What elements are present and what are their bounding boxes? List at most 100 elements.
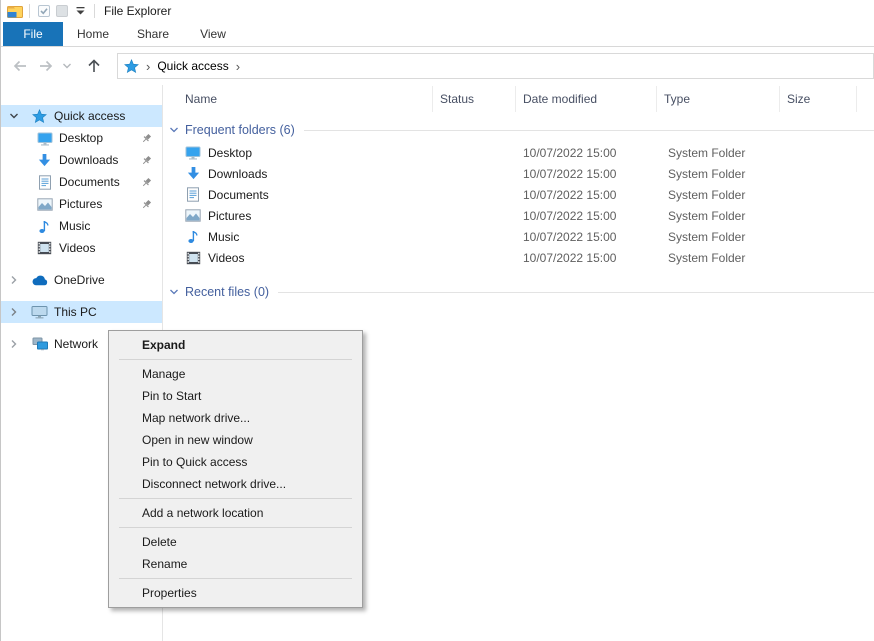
menu-item-delete[interactable]: Delete [109,531,362,553]
file-row-pictures[interactable]: Pictures 10/07/2022 15:00 System Folder [163,205,874,226]
menu-item-rename[interactable]: Rename [109,553,362,575]
sidebar-item-pictures[interactable]: Pictures [1,193,162,215]
file-row-videos[interactable]: Videos 10/07/2022 15:00 System Folder [163,247,874,268]
menu-separator [119,359,352,360]
file-name: Documents [208,188,269,202]
sidebar-item-label: Documents [59,175,120,189]
sidebar-item-label: Network [54,337,98,351]
sidebar-item-downloads[interactable]: Downloads [1,149,162,171]
sidebar-item-quick-access[interactable]: Quick access [1,105,162,127]
column-header-type[interactable]: Type [657,86,780,112]
qat-separator [94,4,95,18]
file-row-downloads[interactable]: Downloads 10/07/2022 15:00 System Folder [163,163,874,184]
file-name: Desktop [208,146,252,160]
pictures-icon [185,209,201,222]
sidebar-item-label: Desktop [59,131,103,145]
window-title: File Explorer [104,4,171,18]
menu-item-add-network-location[interactable]: Add a network location [109,502,362,524]
file-row-music[interactable]: Music 10/07/2022 15:00 System Folder [163,226,874,247]
forward-icon[interactable] [33,53,59,79]
pin-icon [141,177,152,188]
file-row-desktop[interactable]: Desktop 10/07/2022 15:00 System Folder [163,142,874,163]
this-pc-icon [31,305,48,319]
new-folder-icon[interactable] [53,2,71,20]
menu-item-properties[interactable]: Properties [109,582,362,604]
menu-separator [119,498,352,499]
column-header-name[interactable]: Name [163,86,433,112]
tab-file[interactable]: File [3,22,63,46]
ribbon-tabs: File Home Share View [1,22,874,47]
desktop-icon [185,145,201,160]
menu-item-map-network-drive[interactable]: Map network drive... [109,407,362,429]
menu-separator [119,527,352,528]
group-divider [278,292,874,293]
file-type: System Folder [657,209,780,223]
onedrive-icon [31,275,48,286]
column-header-status[interactable]: Status [433,86,516,112]
menu-item-disconnect-network-drive[interactable]: Disconnect network drive... [109,473,362,495]
file-name: Music [208,230,239,244]
pin-icon [141,199,152,210]
breadcrumb-chevron-icon[interactable]: › [236,59,240,74]
file-date-modified: 10/07/2022 15:00 [516,188,657,202]
group-divider [304,130,874,131]
column-header-size[interactable]: Size [780,86,857,112]
menu-item-pin-to-quick-access[interactable]: Pin to Quick access [109,451,362,473]
tab-home[interactable]: Home [63,22,123,46]
chevron-down-icon[interactable] [169,287,179,297]
sidebar-item-documents[interactable]: Documents [1,171,162,193]
qat-separator [29,4,30,18]
menu-item-expand[interactable]: Expand [109,334,362,356]
network-icon [31,337,48,351]
chevron-right-icon[interactable] [9,307,31,317]
menu-item-open-in-new-window[interactable]: Open in new window [109,429,362,451]
videos-icon [36,241,53,255]
pictures-icon [36,198,53,211]
file-date-modified: 10/07/2022 15:00 [516,251,657,265]
breadcrumb-quick-access[interactable]: Quick access [157,59,228,73]
file-name: Pictures [208,209,251,223]
chevron-right-icon[interactable] [9,275,31,285]
chevron-right-icon[interactable] [9,339,31,349]
menu-item-manage[interactable]: Manage [109,363,362,385]
up-icon[interactable] [81,53,107,79]
file-date-modified: 10/07/2022 15:00 [516,146,657,160]
menu-item-pin-to-start[interactable]: Pin to Start [109,385,362,407]
file-explorer-window: File Explorer File Home Share View [0,0,874,641]
sidebar-item-onedrive[interactable]: OneDrive [1,269,162,291]
sidebar-item-label: OneDrive [54,273,105,287]
navigation-bar: › Quick access › [1,47,874,85]
tab-view[interactable]: View [183,22,243,46]
address-bar[interactable]: › Quick access › [117,53,874,79]
breadcrumb-chevron-icon: › [146,59,150,74]
desktop-icon [36,131,53,146]
file-type: System Folder [657,146,780,160]
title-bar: File Explorer [1,0,874,22]
downloads-icon [185,166,201,181]
file-type: System Folder [657,251,780,265]
file-type: System Folder [657,188,780,202]
chevron-down-icon[interactable] [9,111,31,121]
pin-icon [141,155,152,166]
recent-locations-dropdown-icon[interactable] [59,53,75,79]
group-header-frequent-folders[interactable]: Frequent folders (6) [163,120,874,140]
sidebar-item-desktop[interactable]: Desktop [1,127,162,149]
file-explorer-logo-icon [6,2,24,20]
music-icon [36,219,53,234]
videos-icon [185,251,201,265]
properties-check-icon[interactable] [35,2,53,20]
file-row-documents[interactable]: Documents 10/07/2022 15:00 System Folder [163,184,874,205]
customize-qat-dropdown-icon[interactable] [71,2,89,20]
column-headers: Name Status Date modified Type Size [163,85,874,112]
pin-icon [141,133,152,144]
column-header-date-modified[interactable]: Date modified [516,86,657,112]
group-header-recent-files[interactable]: Recent files (0) [163,282,874,302]
tab-share[interactable]: Share [123,22,183,46]
back-icon[interactable] [7,53,33,79]
sidebar-item-music[interactable]: Music [1,215,162,237]
file-type: System Folder [657,230,780,244]
documents-icon [185,187,201,202]
sidebar-item-videos[interactable]: Videos [1,237,162,259]
sidebar-item-this-pc[interactable]: This PC [1,301,162,323]
chevron-down-icon[interactable] [169,125,179,135]
